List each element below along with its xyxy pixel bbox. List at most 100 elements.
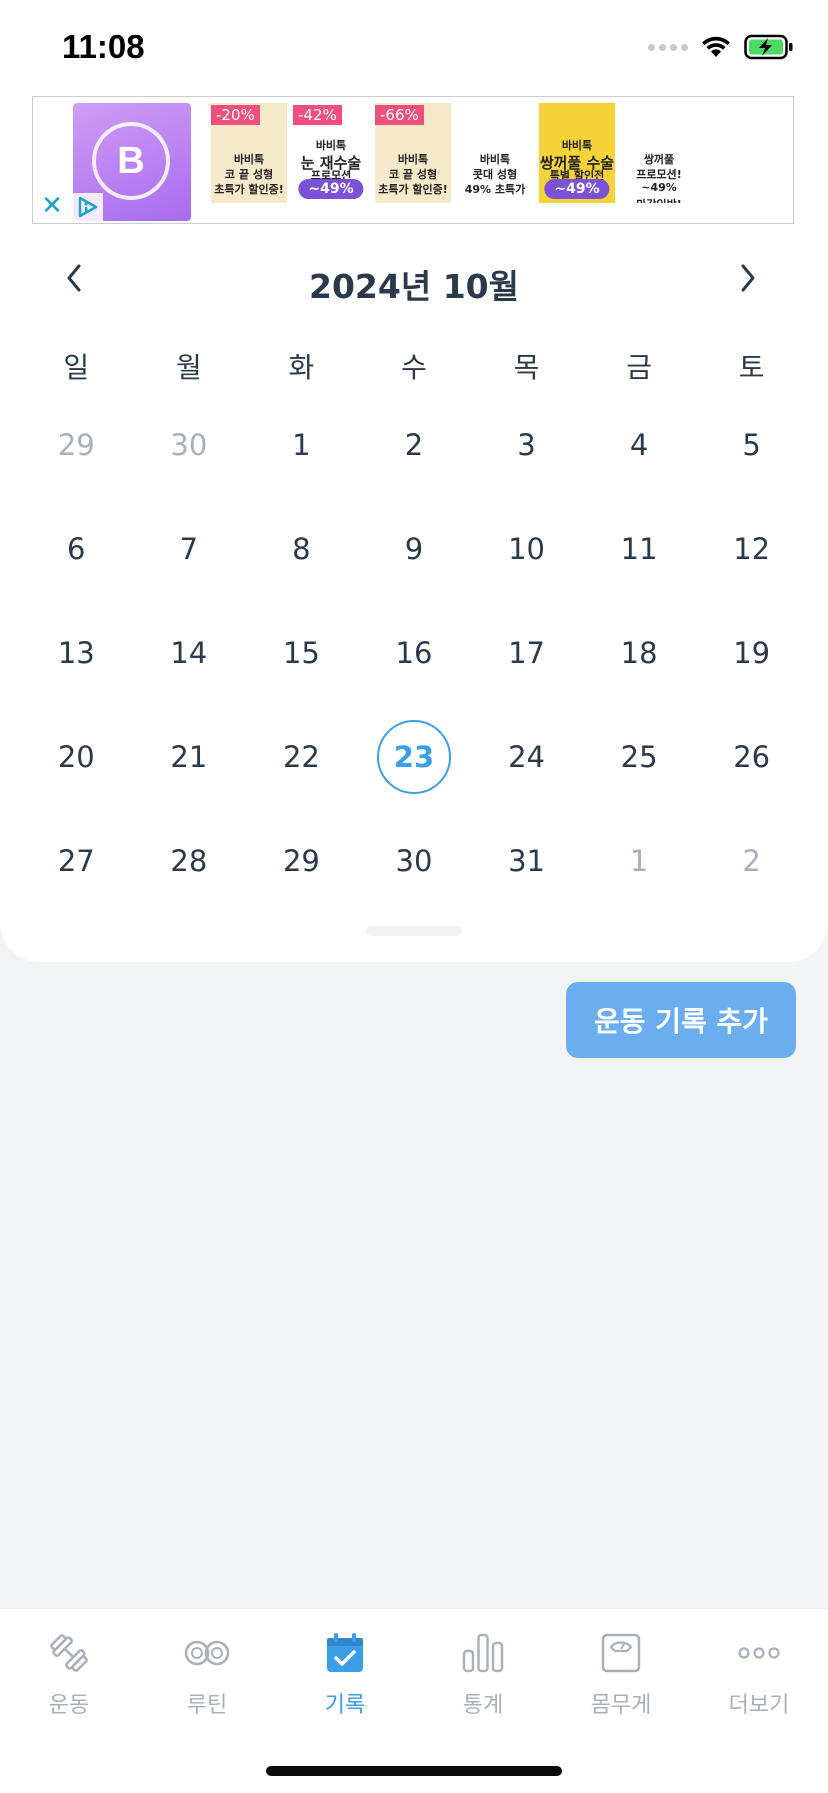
calendar-day-cell[interactable]: 14 xyxy=(133,616,246,720)
calendar-day-cell[interactable]: 20 xyxy=(20,720,133,824)
tab-workout[interactable]: 운동 xyxy=(0,1629,138,1719)
next-month-button[interactable] xyxy=(728,258,768,298)
wifi-icon xyxy=(702,36,730,57)
calendar-day-number[interactable]: 9 xyxy=(377,512,451,586)
tab-stats[interactable]: 통계 xyxy=(414,1629,552,1719)
calendar-day-number[interactable]: 31 xyxy=(490,824,564,898)
calendar-day-cell[interactable]: 23 xyxy=(358,720,471,824)
calendar-day-cell[interactable]: 15 xyxy=(245,616,358,720)
calendar-day-number[interactable]: 6 xyxy=(39,512,113,586)
ad-tile[interactable]: -66% 바비톡 코 끝 성형 초특가 할인중! xyxy=(375,103,451,203)
calendar-day-cell[interactable]: 5 xyxy=(695,408,808,512)
calendar-day-number[interactable]: 21 xyxy=(152,720,226,794)
calendar-check-icon xyxy=(327,1633,363,1672)
calendar-day-cell[interactable]: 4 xyxy=(583,408,696,512)
calendar-day-number[interactable]: 12 xyxy=(715,512,789,586)
calendar-day-number[interactable]: 28 xyxy=(152,824,226,898)
calendar-day-number[interactable]: 30 xyxy=(152,408,226,482)
calendar-day-number[interactable]: 26 xyxy=(715,720,789,794)
calendar-day-number[interactable]: 18 xyxy=(602,616,676,690)
calendar-day-cell[interactable]: 1 xyxy=(583,824,696,928)
calendar-day-number[interactable]: 15 xyxy=(264,616,338,690)
bar-chart-icon xyxy=(462,1633,504,1673)
ad-close-icon[interactable]: ✕ xyxy=(39,193,65,219)
ad-tile[interactable]: -20% 바비톡 코 끝 성형 초특가 할인중! xyxy=(211,103,287,203)
calendar-day-cell[interactable]: 31 xyxy=(470,824,583,928)
calendar-day-cell[interactable]: 6 xyxy=(20,512,133,616)
status-time: 11:08 xyxy=(62,28,145,65)
calendar-day-cell[interactable]: 30 xyxy=(133,408,246,512)
calendar-day-cell[interactable]: 29 xyxy=(20,408,133,512)
calendar-day-cell[interactable]: 18 xyxy=(583,616,696,720)
tab-weight[interactable]: 몸무게 xyxy=(552,1629,690,1719)
calendar-day-today[interactable]: 23 xyxy=(376,720,451,794)
calendar-day-cell[interactable]: 1 xyxy=(245,408,358,512)
tab-records-label: 기록 xyxy=(324,1693,366,1718)
calendar-day-number[interactable]: 11 xyxy=(602,512,676,586)
calendar-day-cell[interactable]: 12 xyxy=(695,512,808,616)
tab-stats-label: 통계 xyxy=(462,1693,504,1718)
calendar-grid: 29 30 1 2 3 4 5 6 7 8 9 10 11 12 13 14 15 16 17 18 19 20 21 22 2… xyxy=(20,408,808,928)
calendar-day-number[interactable]: 13 xyxy=(39,616,113,690)
calendar-day-number[interactable]: 29 xyxy=(39,408,113,482)
calendar-day-number[interactable]: 14 xyxy=(152,616,226,690)
calendar-day-cell[interactable]: 2 xyxy=(358,408,471,512)
calendar-day-number[interactable]: 2 xyxy=(377,408,451,482)
calendar-day-number[interactable]: 27 xyxy=(39,824,113,898)
ad-choices-icon[interactable] xyxy=(73,193,103,221)
calendar-day-cell[interactable]: 8 xyxy=(245,512,358,616)
calendar-day-number[interactable]: 7 xyxy=(152,512,226,586)
calendar-day-cell[interactable]: 26 xyxy=(695,720,808,824)
tab-routine[interactable]: 루틴 xyxy=(138,1629,276,1719)
add-workout-record-button[interactable]: 운동 기록 추가 xyxy=(566,982,796,1058)
ad-banner[interactable]: B ✕ -20% 바비톡 코 끝 성형 초특가 할인중! -42% 바비톡 눈 재수술 프로모… xyxy=(32,96,794,224)
calendar-day-cell[interactable]: 28 xyxy=(133,824,246,928)
calendar-day-cell[interactable]: 24 xyxy=(470,720,583,824)
calendar-day-cell[interactable]: 30 xyxy=(358,824,471,928)
calendar-day-number[interactable]: 3 xyxy=(490,408,564,482)
calendar-day-number[interactable]: 1 xyxy=(264,408,338,482)
ad-tile[interactable]: 쌍꺼풀프로모션!~49% 마감임박! xyxy=(621,103,697,203)
calendar-day-number[interactable]: 17 xyxy=(490,616,564,690)
calendar-day-cell[interactable]: 3 xyxy=(470,408,583,512)
tab-records[interactable]: 기록 xyxy=(276,1629,414,1719)
calendar-day-cell[interactable]: 9 xyxy=(358,512,471,616)
calendar-week-row: 20 21 22 23 24 25 26 xyxy=(20,720,808,824)
calendar-day-cell[interactable]: 21 xyxy=(133,720,246,824)
scale-icon xyxy=(601,1633,641,1673)
calendar-day-number[interactable]: 25 xyxy=(602,720,676,794)
calendar-day-cell[interactable]: 22 xyxy=(245,720,358,824)
calendar-day-cell[interactable]: 10 xyxy=(470,512,583,616)
calendar-day-cell[interactable]: 17 xyxy=(470,616,583,720)
calendar-day-number[interactable]: 4 xyxy=(602,408,676,482)
calendar-day-number[interactable]: 29 xyxy=(264,824,338,898)
calendar-day-number[interactable]: 1 xyxy=(602,824,676,898)
calendar-day-number[interactable]: 20 xyxy=(39,720,113,794)
calendar-day-cell[interactable]: 27 xyxy=(20,824,133,928)
calendar-day-cell[interactable]: 25 xyxy=(583,720,696,824)
ad-tile-text: 바비톡 xyxy=(397,153,429,166)
calendar-day-cell[interactable]: 7 xyxy=(133,512,246,616)
calendar-day-cell[interactable]: 19 xyxy=(695,616,808,720)
ad-tile[interactable]: 바비톡 쌍꺼풀 수술 특별 할인전 ~49% xyxy=(539,103,615,203)
calendar-day-number[interactable]: 16 xyxy=(377,616,451,690)
calendar-day-number[interactable]: 19 xyxy=(715,616,789,690)
ad-tile[interactable]: 바비톡 콧대 성형 49% 초특가 xyxy=(457,103,533,203)
sheet-drag-handle[interactable] xyxy=(366,926,462,936)
dumbbell-icon xyxy=(50,1634,88,1672)
tab-more[interactable]: 더보기 xyxy=(690,1629,828,1719)
calendar-day-cell[interactable]: 13 xyxy=(20,616,133,720)
tab-weight-label: 몸무게 xyxy=(590,1693,652,1718)
calendar-day-cell[interactable]: 2 xyxy=(695,824,808,928)
calendar-day-cell[interactable]: 16 xyxy=(358,616,471,720)
calendar-day-number[interactable]: 30 xyxy=(377,824,451,898)
calendar-day-number[interactable]: 8 xyxy=(264,512,338,586)
calendar-day-number[interactable]: 24 xyxy=(490,720,564,794)
calendar-day-cell[interactable]: 29 xyxy=(245,824,358,928)
ad-tile[interactable]: -42% 바비톡 눈 재수술 프로모션 ~49% xyxy=(293,103,369,203)
calendar-day-cell[interactable]: 11 xyxy=(583,512,696,616)
calendar-day-number[interactable]: 10 xyxy=(490,512,564,586)
calendar-day-number[interactable]: 5 xyxy=(715,408,789,482)
calendar-day-number[interactable]: 2 xyxy=(715,824,789,898)
calendar-day-number[interactable]: 22 xyxy=(264,720,338,794)
